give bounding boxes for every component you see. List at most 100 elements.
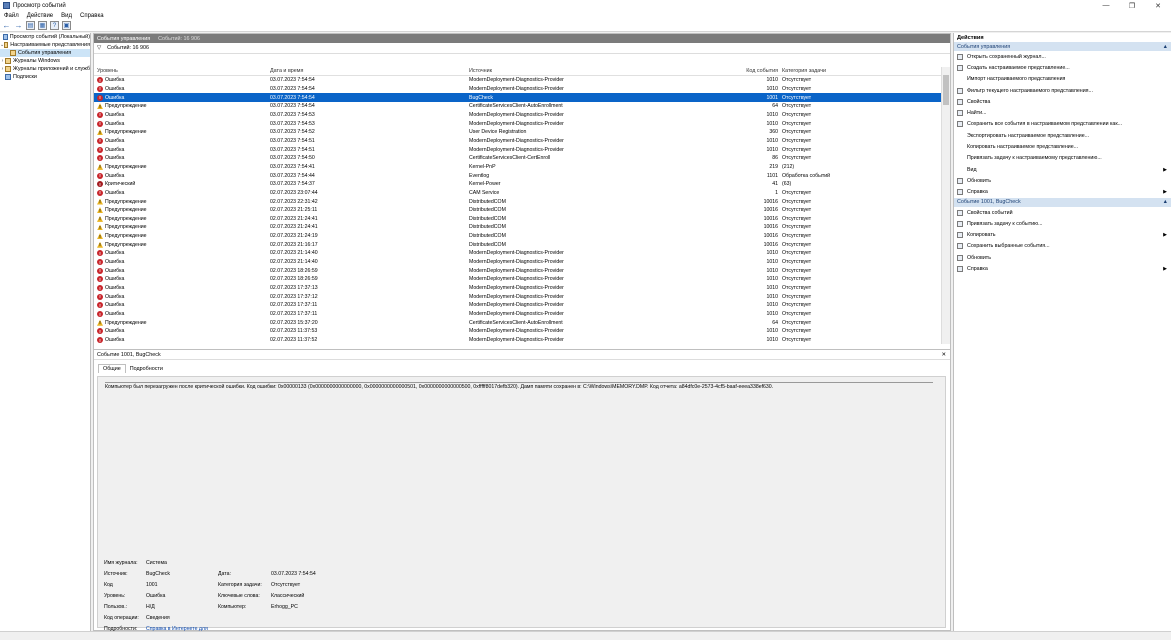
back-icon[interactable]: ← — [2, 21, 11, 30]
event-row[interactable]: ! Ошибка 03.07.2023 7:54:53 ModernDeploymen… — [94, 111, 950, 120]
action-item[interactable]: Обновить — [954, 175, 1171, 186]
menu-help[interactable]: Справка — [76, 13, 108, 19]
event-row[interactable]: ! Ошибка 02.07.2023 17:37:13 ModernDeployme… — [94, 284, 950, 293]
cell-source: ModernDeployment-Diagnostics-Provider — [469, 285, 564, 292]
event-row[interactable]: ! Ошибка 02.07.2023 23:07:44 CAM Service 1 От… — [94, 189, 950, 198]
details-close-button[interactable]: ✕ — [941, 352, 946, 358]
event-row[interactable]: ! Предупреждение 03.07.2023 7:54:54 Certifi… — [94, 102, 950, 111]
event-row[interactable]: ! Ошибка 03.07.2023 7:54:50 CertificateServ… — [94, 154, 950, 163]
event-row[interactable]: ! Ошибка 03.07.2023 7:54:51 ModernDeploymen… — [94, 137, 950, 146]
event-row[interactable]: ! Ошибка 02.07.2023 17:37:11 ModernDeployme… — [94, 310, 950, 319]
event-row[interactable]: ! Предупреждение 03.07.2023 7:54:41 Kernel-… — [94, 163, 950, 172]
event-row[interactable]: ! Ошибка 03.07.2023 7:54:54 ModernDeploymen… — [94, 76, 950, 85]
event-row[interactable]: ! Предупреждение 03.07.2023 7:54:52 User De… — [94, 128, 950, 137]
collapse-icon[interactable]: ▲ — [1163, 199, 1168, 205]
view-icon[interactable]: ▣ — [62, 21, 71, 30]
prop-task: Отсутствует — [271, 581, 301, 588]
action-item[interactable]: Фильтр текущего настраиваемого представл… — [954, 85, 1171, 96]
action-item[interactable]: Справка ▶ — [954, 187, 1171, 198]
cell-event-id: 1010 — [766, 302, 778, 309]
close-button[interactable]: ✕ — [1145, 0, 1171, 11]
cell-date: 02.07.2023 17:37:11 — [270, 302, 318, 309]
column-source[interactable]: Источник — [469, 68, 709, 74]
level-text: Критический — [105, 181, 136, 188]
event-row[interactable]: ! Ошибка 02.07.2023 18:26:59 ModernDeployme… — [94, 266, 950, 275]
cell-category: (63) — [782, 181, 792, 188]
event-row[interactable]: ! Ошибка 03.07.2023 7:54:53 ModernDeploymen… — [94, 119, 950, 128]
event-row[interactable]: ! Ошибка 02.07.2023 17:37:11 ModernDeployme… — [94, 301, 950, 310]
cell-level: ! Ошибка — [94, 328, 270, 335]
tab-general[interactable]: Общие — [98, 364, 126, 373]
tab-details[interactable]: Подробности — [126, 365, 167, 373]
cell-date: 02.07.2023 11:37:52 — [270, 337, 318, 344]
action-item[interactable]: Найти... — [954, 107, 1171, 118]
copy-icon — [957, 232, 963, 239]
action-item[interactable]: Привязать задачу к событию... — [954, 218, 1171, 229]
cell-event-id: 1010 — [766, 293, 778, 300]
action-item[interactable]: Сохранить выбранные события... — [954, 241, 1171, 252]
tree-item-root[interactable]: Просмотр событий (Локальный) — [0, 33, 90, 41]
actions-section-admin-events[interactable]: События управления ▲ — [954, 42, 1171, 51]
scrollbar-thumb[interactable] — [943, 75, 949, 105]
forward-icon[interactable]: → — [14, 21, 23, 30]
tree-item-app-logs[interactable]: › Журналы приложений и служб — [0, 65, 90, 73]
action-item[interactable]: Справка ▶ — [954, 263, 1171, 274]
event-row[interactable]: ! Ошибка 02.07.2023 11:37:53 ModernDeployme… — [94, 327, 950, 336]
tree-item-admin-events[interactable]: События управления — [0, 49, 90, 57]
event-row[interactable]: ! Ошибка 02.07.2023 21:14:40 ModernDeployme… — [94, 258, 950, 267]
action-item[interactable]: Вид ▶ — [954, 164, 1171, 175]
event-row[interactable]: ! Ошибка 03.07.2023 7:54:54 ModernDeploymen… — [94, 85, 950, 94]
event-row[interactable]: ! Ошибка 02.07.2023 11:37:52 ModernDeployme… — [94, 336, 950, 344]
event-row[interactable]: ! Ошибка 03.07.2023 7:54:51 ModernDeploymen… — [94, 145, 950, 154]
action-item[interactable]: Открыть сохраненный журнал... — [954, 51, 1171, 62]
menu-view[interactable]: Вид — [57, 13, 76, 19]
event-row[interactable]: ! Ошибка 03.07.2023 7:54:54 BugCheck 1001 Отс… — [94, 93, 950, 102]
event-row[interactable]: ! Ошибка 02.07.2023 21:14:40 ModernDeployme… — [94, 249, 950, 258]
help-icon[interactable]: ? — [50, 21, 59, 30]
cell-source: ModernDeployment-Diagnostics-Provider — [469, 302, 564, 309]
event-row[interactable]: ! Ошибка 02.07.2023 17:37:12 ModernDeployme… — [94, 292, 950, 301]
event-row[interactable]: ! Предупреждение 02.07.2023 21:24:19 Distri… — [94, 232, 950, 241]
maximize-button[interactable]: ❐ — [1119, 0, 1145, 11]
menu-action[interactable]: Действие — [23, 13, 57, 19]
action-item[interactable]: Привязать задачу к настраиваемому предст… — [954, 153, 1171, 164]
event-row[interactable]: ! Предупреждение 02.07.2023 21:25:11 Distri… — [94, 206, 950, 215]
event-row[interactable]: ! Критический 03.07.2023 7:54:37 Kernel-Pow… — [94, 180, 950, 189]
action-item[interactable]: Сохранить все события в настраиваемом пр… — [954, 119, 1171, 130]
action-label: Копировать — [967, 232, 996, 239]
error-icon: ! — [97, 293, 103, 300]
grid-scrollbar[interactable] — [941, 67, 950, 344]
action-item[interactable]: Создать настраиваемое представление... — [954, 62, 1171, 73]
event-row[interactable]: ! Предупреждение 02.07.2023 22:31:42 Distri… — [94, 197, 950, 206]
actions-section-event[interactable]: Событие 1001, BugCheck ▲ — [954, 197, 1171, 207]
column-level[interactable]: Уровень — [94, 68, 270, 74]
event-row[interactable]: ! Предупреждение 02.07.2023 21:24:41 Distri… — [94, 223, 950, 232]
event-row[interactable]: ! Предупреждение 02.07.2023 21:24:41 Distri… — [94, 215, 950, 224]
event-row[interactable]: ! Предупреждение 02.07.2023 15:37:20 Certif… — [94, 318, 950, 327]
action-item[interactable]: Импорт настраиваемого представления — [954, 74, 1171, 85]
minimize-button[interactable]: — — [1093, 0, 1119, 11]
menu-file[interactable]: Файл — [0, 13, 23, 19]
action-item[interactable]: Свойства событий — [954, 207, 1171, 218]
cell-event-id: 1010 — [766, 311, 778, 318]
collapse-icon[interactable]: ▲ — [1163, 44, 1168, 50]
action-item[interactable]: Экспортировать настраиваемое представлен… — [954, 130, 1171, 141]
action-item[interactable]: Свойства — [954, 96, 1171, 107]
event-row[interactable]: ! Ошибка 03.07.2023 7:54:44 Eventlog 1101 Обр… — [94, 171, 950, 180]
event-row[interactable]: ! Ошибка 02.07.2023 18:26:59 ModernDeployme… — [94, 275, 950, 284]
action-item[interactable]: Копировать ▶ — [954, 229, 1171, 240]
cell-category: Отсутствует — [782, 215, 812, 222]
column-date[interactable]: Дата и время — [270, 68, 469, 74]
properties-icon[interactable]: ▦ — [38, 21, 47, 30]
tree-item-custom-views[interactable]: ⌄ Настраиваемые представления — [0, 41, 90, 49]
action-item[interactable]: Копировать настраиваемое представление..… — [954, 141, 1171, 152]
column-event-id[interactable]: Код события — [709, 68, 782, 74]
filter-icon — [957, 64, 963, 71]
folder-icon[interactable]: ▤ — [26, 21, 35, 30]
tree-item-subscriptions[interactable]: Подписки — [0, 73, 90, 81]
event-row[interactable]: ! Предупреждение 02.07.2023 21:16:17 Distri… — [94, 240, 950, 249]
action-item[interactable]: Обновить — [954, 252, 1171, 263]
column-category[interactable]: Категория задачи — [782, 68, 932, 74]
cell-category: Отсутствует — [782, 276, 812, 283]
tree-item-windows-logs[interactable]: › Журналы Windows — [0, 57, 90, 65]
